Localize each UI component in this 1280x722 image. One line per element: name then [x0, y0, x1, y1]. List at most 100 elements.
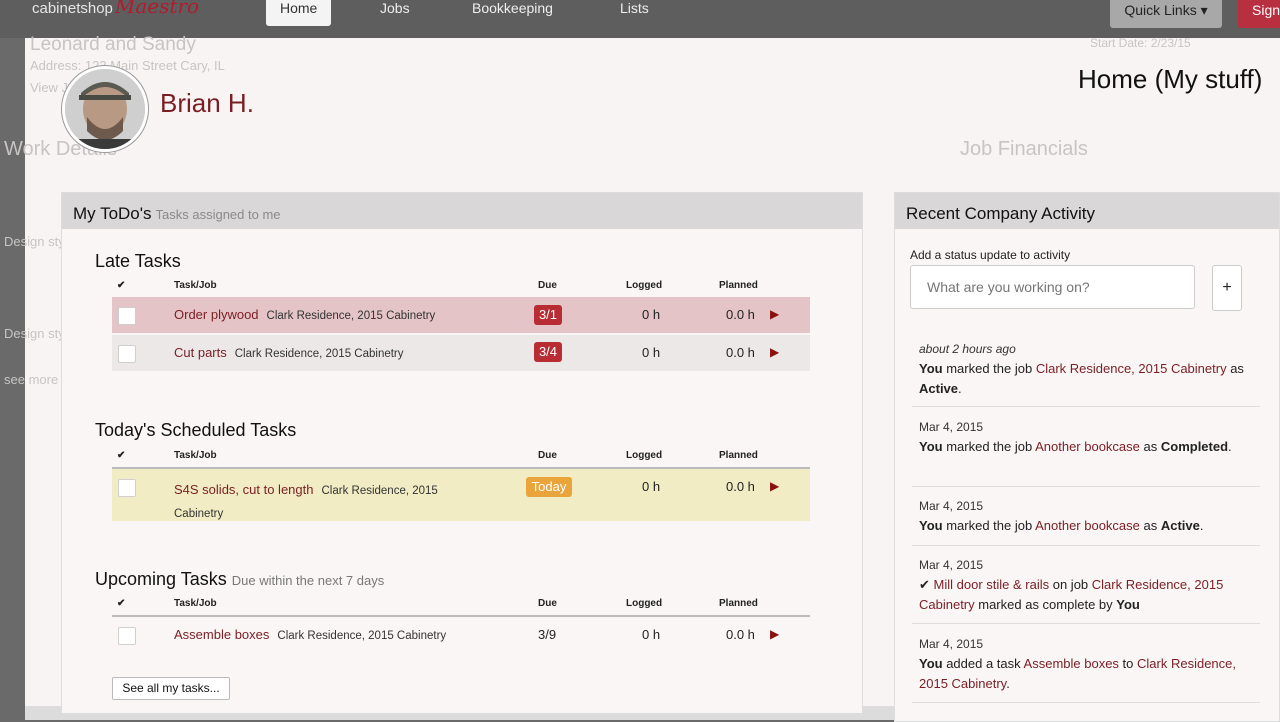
todo-subtitle: Tasks assigned to me: [155, 207, 281, 222]
col-due: Due: [538, 280, 557, 291]
activity-time: Mar 4, 2015: [919, 558, 984, 572]
activity-status: Completed: [1160, 439, 1229, 454]
col-planned: Planned: [719, 450, 758, 461]
col-due: Due: [538, 598, 557, 609]
planned-hours: 0.0 h: [726, 307, 755, 322]
nav-bookkeeping[interactable]: Bookkeeping: [472, 0, 553, 26]
activity-task-link[interactable]: Assemble boxes: [1024, 656, 1119, 671]
logged-hours: 0 h: [642, 479, 661, 494]
nav-home[interactable]: Home: [266, 0, 332, 26]
col-planned: Planned: [719, 280, 758, 291]
activity-text: marked the job: [942, 518, 1036, 533]
upcoming-title-text: Upcoming Tasks: [95, 569, 227, 589]
task-job: Clark Residence, 2015: [321, 485, 438, 497]
activity-actor: You: [919, 518, 943, 533]
todo-panel-header: My ToDo's Tasks assigned to me: [62, 193, 862, 229]
check-icon: ✔: [919, 577, 930, 592]
due-badge: 3/4: [534, 342, 562, 362]
activity-text: marked as complete by: [974, 597, 1117, 612]
task-link[interactable]: S4S solids, cut to length: [174, 482, 313, 497]
todo-title: My ToDo's: [73, 204, 152, 223]
activity-title: Recent Company Activity: [906, 204, 1095, 223]
activity-text: as: [1226, 361, 1244, 376]
task-job: Clark Residence, 2015 Cabinetry: [234, 348, 404, 360]
activity-text: .: [1199, 518, 1204, 533]
col-due: Due: [538, 450, 557, 461]
activity-actor: You: [919, 361, 943, 376]
play-icon[interactable]: ▶: [770, 307, 779, 321]
activity-text: on job: [1049, 577, 1092, 592]
activity-time: Mar 4, 2015: [919, 499, 984, 513]
sign-button[interactable]: Sign: [1238, 0, 1280, 28]
play-icon[interactable]: ▶: [770, 479, 779, 493]
activity-text: .: [958, 381, 962, 396]
task-job-cont: Cabinetry: [174, 508, 224, 520]
activity-item: about 2 hours ago You marked the job Cla…: [919, 339, 1259, 399]
table-row[interactable]: Assemble boxes Clark Residence, 2015 Cabi…: [112, 615, 810, 653]
activity-divider: [912, 406, 1260, 407]
activity-divider: [912, 702, 1260, 703]
activity-text: as: [1139, 439, 1161, 454]
activity-divider: [912, 623, 1260, 624]
upcoming-tasks-title: Upcoming Tasks Due within the next 7 day…: [95, 569, 384, 590]
due-date: 3/9: [538, 627, 557, 642]
task-job: Clark Residence, 2015 Cabinetry: [277, 630, 447, 642]
status-update-label: Add a status update to activity: [910, 248, 1071, 262]
col-task: Task/Job: [174, 450, 217, 461]
brand-logo[interactable]: cabinetshop Maestro: [32, 0, 199, 18]
activity-item: Mar 4, 2015 You added a task Assemble bo…: [919, 634, 1259, 694]
task-link[interactable]: Cut parts: [174, 345, 227, 360]
col-logged: Logged: [626, 280, 663, 291]
task-checkbox[interactable]: [118, 479, 136, 497]
activity-divider: [912, 545, 1260, 546]
late-tasks-title: Late Tasks: [95, 251, 181, 271]
activity-text: marked the job: [942, 361, 1036, 376]
col-task: Task/Job: [174, 280, 217, 291]
activity-text: to: [1118, 656, 1138, 671]
task-checkbox[interactable]: [118, 307, 136, 325]
user-avatar: [62, 66, 148, 152]
activity-time: Mar 4, 2015: [919, 637, 984, 651]
user-name: Brian H.: [160, 88, 254, 118]
due-badge: 3/1: [534, 305, 562, 325]
table-row[interactable]: S4S solids, cut to length Clark Residence…: [112, 467, 810, 521]
activity-item: Mar 4, 2015 You marked the job Another b…: [919, 417, 1259, 457]
task-checkbox[interactable]: [118, 627, 136, 645]
nav-jobs[interactable]: Jobs: [380, 0, 410, 26]
add-status-button[interactable]: +: [1212, 265, 1242, 311]
page-title: Home (My stuff): [1078, 64, 1263, 94]
activity-job-link[interactable]: Another bookcase: [1035, 518, 1140, 533]
planned-hours: 0.0 h: [726, 627, 755, 642]
nav-lists[interactable]: Lists: [620, 0, 649, 26]
activity-text: as: [1139, 518, 1161, 533]
task-link[interactable]: Assemble boxes: [174, 627, 269, 642]
table-row[interactable]: Cut parts Clark Residence, 2015 Cabinetry…: [112, 335, 810, 371]
status-update-input[interactable]: [910, 265, 1195, 309]
planned-hours: 0.0 h: [726, 479, 755, 494]
today-tasks-title: Today's Scheduled Tasks: [95, 420, 297, 440]
col-task: Task/Job: [174, 598, 217, 609]
activity-panel-header: Recent Company Activity: [895, 193, 1279, 229]
logged-hours: 0 h: [642, 627, 661, 642]
activity-text: .: [1228, 439, 1232, 454]
activity-text: .: [1006, 676, 1010, 691]
see-all-tasks-button[interactable]: See all my tasks...: [112, 677, 230, 700]
activity-job-link[interactable]: Clark Residence, 2015 Cabinetry: [1036, 361, 1227, 376]
task-checkbox[interactable]: [118, 345, 136, 363]
upcoming-subtitle: Due within the next 7 days: [231, 573, 385, 588]
brand-suffix: Maestro: [114, 0, 200, 18]
quick-links-dropdown[interactable]: Quick Links ▾: [1110, 0, 1222, 28]
table-row[interactable]: Order plywood Clark Residence, 2015 Cabin…: [112, 297, 810, 333]
top-navbar: cabinetshop Maestro Home Jobs Bookkeeping…: [0, 0, 1280, 38]
play-icon[interactable]: ▶: [770, 345, 779, 359]
col-planned: Planned: [719, 598, 758, 609]
task-link[interactable]: Order plywood: [174, 307, 259, 322]
logged-hours: 0 h: [642, 307, 661, 322]
activity-task-link[interactable]: Mill door stile & rails: [934, 577, 1050, 592]
col-logged: Logged: [626, 450, 663, 461]
play-icon[interactable]: ▶: [770, 627, 779, 641]
planned-hours: 0.0 h: [726, 345, 755, 360]
activity-job-link[interactable]: Another bookcase: [1035, 439, 1140, 454]
activity-time: Mar 4, 2015: [919, 420, 984, 434]
activity-actor: You: [919, 656, 943, 671]
